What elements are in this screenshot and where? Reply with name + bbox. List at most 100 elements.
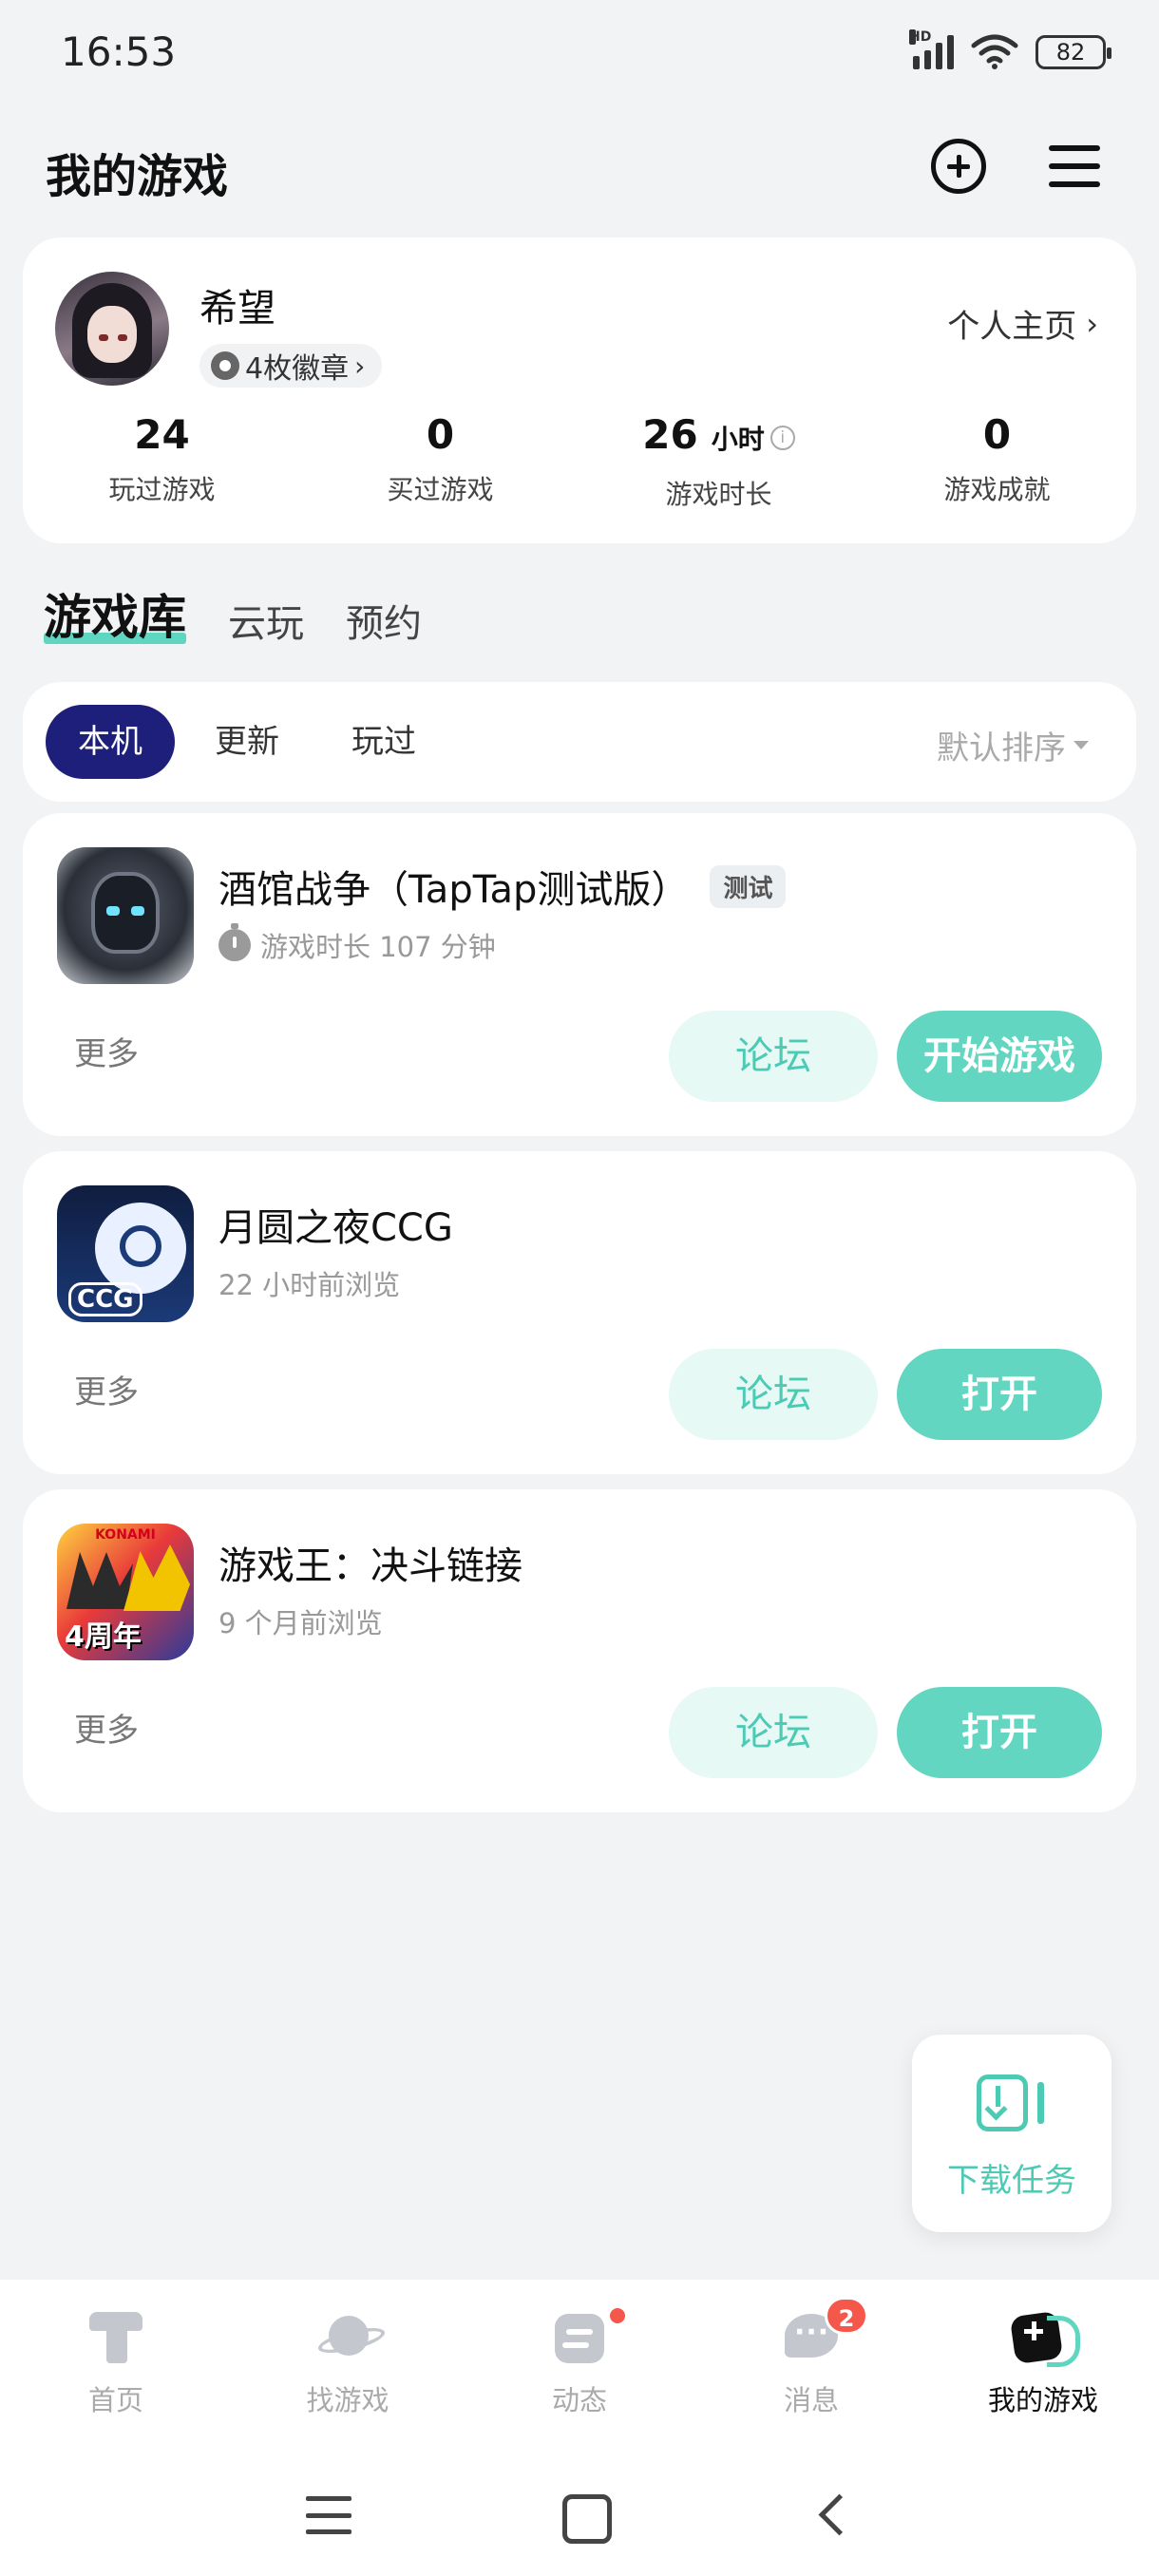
filter-played[interactable]: 玩过 [319, 705, 448, 779]
chevron-right-icon: › [1086, 305, 1098, 342]
game-icon-text: CCG [68, 1282, 142, 1316]
nav-label: 消息 [783, 2384, 839, 2416]
medal-icon [211, 351, 239, 380]
profile-card: 希望 4枚徽章 › 个人主页 › 24 玩过游戏 0 买过游戏 26 小时 i … [23, 237, 1136, 543]
nav-label: 找游戏 [306, 2384, 390, 2416]
game-card[interactable]: KONAMI 4周年 游戏王：决斗链接 9 个月前浏览 更多 论坛 打开 [23, 1489, 1136, 1812]
nav-feed[interactable]: 动态 [464, 2280, 695, 2451]
game-last-viewed: 9 个月前浏览 [218, 1607, 383, 1639]
tab-label: 云玩 [228, 602, 304, 646]
chevron-right-icon: › [354, 350, 366, 382]
filter-bar: 本机 更新 玩过 默认排序 [23, 682, 1136, 802]
system-nav-bar [0, 2451, 1159, 2576]
tab-label: 游戏库 [44, 590, 186, 645]
stat-label: 游戏成就 [943, 474, 1051, 505]
game-name: 游戏王：决斗链接 [218, 1544, 522, 1588]
nav-label: 我的游戏 [987, 2384, 1098, 2416]
profile-home-link[interactable]: 个人主页 › [947, 300, 1098, 347]
stat-bought[interactable]: 0 买过游戏 [301, 410, 580, 512]
back-button[interactable] [808, 2492, 864, 2538]
download-label: 下载任务 [947, 2162, 1076, 2200]
game-card[interactable]: CCG 月圆之夜CCG 22 小时前浏览 更多 论坛 打开 [23, 1151, 1136, 1474]
download-tasks-button[interactable]: 下载任务 [912, 2035, 1112, 2232]
bottom-nav: 首页 找游戏 动态 2 消息 我的游戏 [0, 2280, 1159, 2451]
stat-unit: 小时 [711, 424, 765, 455]
nav-label: 动态 [551, 2384, 607, 2416]
wifi-icon [971, 34, 1018, 69]
nav-label: 首页 [87, 2384, 143, 2416]
tab-library[interactable]: 游戏库 [44, 579, 186, 648]
stat-achievements[interactable]: 0 游戏成就 [858, 410, 1136, 512]
stat-label: 买过游戏 [387, 474, 494, 505]
plus-circle-icon [931, 139, 986, 194]
game-subtitle: 9 个月前浏览 [218, 1601, 383, 1641]
more-button[interactable]: 更多 [74, 1704, 139, 1751]
forum-button[interactable]: 论坛 [669, 1687, 878, 1778]
stat-value: 24 [134, 411, 190, 458]
library-tabs: 游戏库 云玩 预约 [44, 579, 422, 648]
planet-icon [317, 2306, 378, 2367]
my-games-icon [1013, 2306, 1080, 2367]
page-title: 我的游戏 [46, 150, 229, 203]
game-playtime: 游戏时长 107 分钟 [260, 931, 496, 963]
nav-find-games[interactable]: 找游戏 [232, 2280, 464, 2451]
status-time: 16:53 [61, 28, 177, 75]
hamburger-icon [1049, 145, 1100, 187]
badges-label: 4枚徽章 [245, 352, 350, 386]
game-title: 游戏王：决斗链接 [218, 1535, 522, 1590]
forum-button[interactable]: 论坛 [669, 1349, 878, 1440]
avatar[interactable] [55, 272, 169, 386]
game-icon [57, 847, 194, 984]
open-button[interactable]: 打开 [897, 1349, 1102, 1440]
stat-value: 26 [642, 411, 698, 458]
network-type: HD [909, 29, 932, 45]
game-icon-text: KONAMI [95, 1527, 156, 1543]
game-subtitle: 游戏时长 107 分钟 [218, 923, 496, 965]
game-card[interactable]: 酒馆战争（TapTap测试版） 测试 游戏时长 107 分钟 更多 论坛 开始游… [23, 813, 1136, 1136]
more-button[interactable]: 更多 [74, 1366, 139, 1412]
game-icon: KONAMI 4周年 [57, 1524, 194, 1660]
add-game-button[interactable] [927, 135, 990, 198]
tab-reserve[interactable]: 预约 [346, 593, 422, 648]
stopwatch-icon [218, 923, 251, 961]
game-name: 酒馆战争（TapTap测试版） [218, 868, 690, 912]
game-title: 酒馆战争（TapTap测试版） 测试 [218, 859, 787, 914]
more-button[interactable]: 更多 [74, 1028, 139, 1074]
game-icon: CCG [57, 1185, 194, 1322]
start-game-button[interactable]: 开始游戏 [897, 1011, 1102, 1102]
caret-down-icon [1074, 741, 1089, 749]
filter-local[interactable]: 本机 [46, 705, 175, 779]
stat-label: 玩过游戏 [108, 474, 216, 505]
home-button[interactable] [555, 2492, 612, 2544]
stat-played[interactable]: 24 玩过游戏 [23, 410, 301, 512]
recent-apps-button[interactable] [300, 2492, 357, 2538]
stats-row: 24 玩过游戏 0 买过游戏 26 小时 i 游戏时长 0 游戏成就 [23, 410, 1136, 512]
game-title: 月圆之夜CCG [218, 1197, 453, 1252]
nav-messages[interactable]: 2 消息 [695, 2280, 927, 2451]
home-link-label: 个人主页 [947, 308, 1077, 346]
sort-dropdown[interactable]: 默认排序 [937, 722, 1089, 768]
badges-button[interactable]: 4枚徽章 › [200, 344, 383, 388]
user-name: 希望 [200, 287, 276, 331]
notification-dot [608, 2306, 627, 2325]
download-icon [977, 2074, 1049, 2131]
game-name: 月圆之夜CCG [218, 1206, 453, 1250]
filter-updates[interactable]: 更新 [182, 705, 312, 779]
nav-my-games[interactable]: 我的游戏 [927, 2280, 1159, 2451]
message-count-badge: 2 [825, 2297, 868, 2335]
stat-value: 0 [426, 411, 455, 458]
tab-cloud[interactable]: 云玩 [228, 593, 304, 648]
battery-icon: 82 [1036, 35, 1112, 69]
forum-button[interactable]: 论坛 [669, 1011, 878, 1102]
tab-label: 预约 [346, 602, 422, 646]
stat-playtime[interactable]: 26 小时 i 游戏时长 [580, 410, 858, 512]
nav-home[interactable]: 首页 [0, 2280, 232, 2451]
open-button[interactable]: 打开 [897, 1687, 1102, 1778]
feed-icon [549, 2306, 627, 2367]
test-tag: 测试 [710, 864, 787, 908]
game-icon-text: 4周年 [65, 1620, 142, 1654]
menu-button[interactable] [1043, 135, 1106, 198]
game-subtitle: 22 小时前浏览 [218, 1263, 400, 1303]
info-icon[interactable]: i [770, 425, 795, 450]
signal-icon: HD [909, 29, 954, 69]
